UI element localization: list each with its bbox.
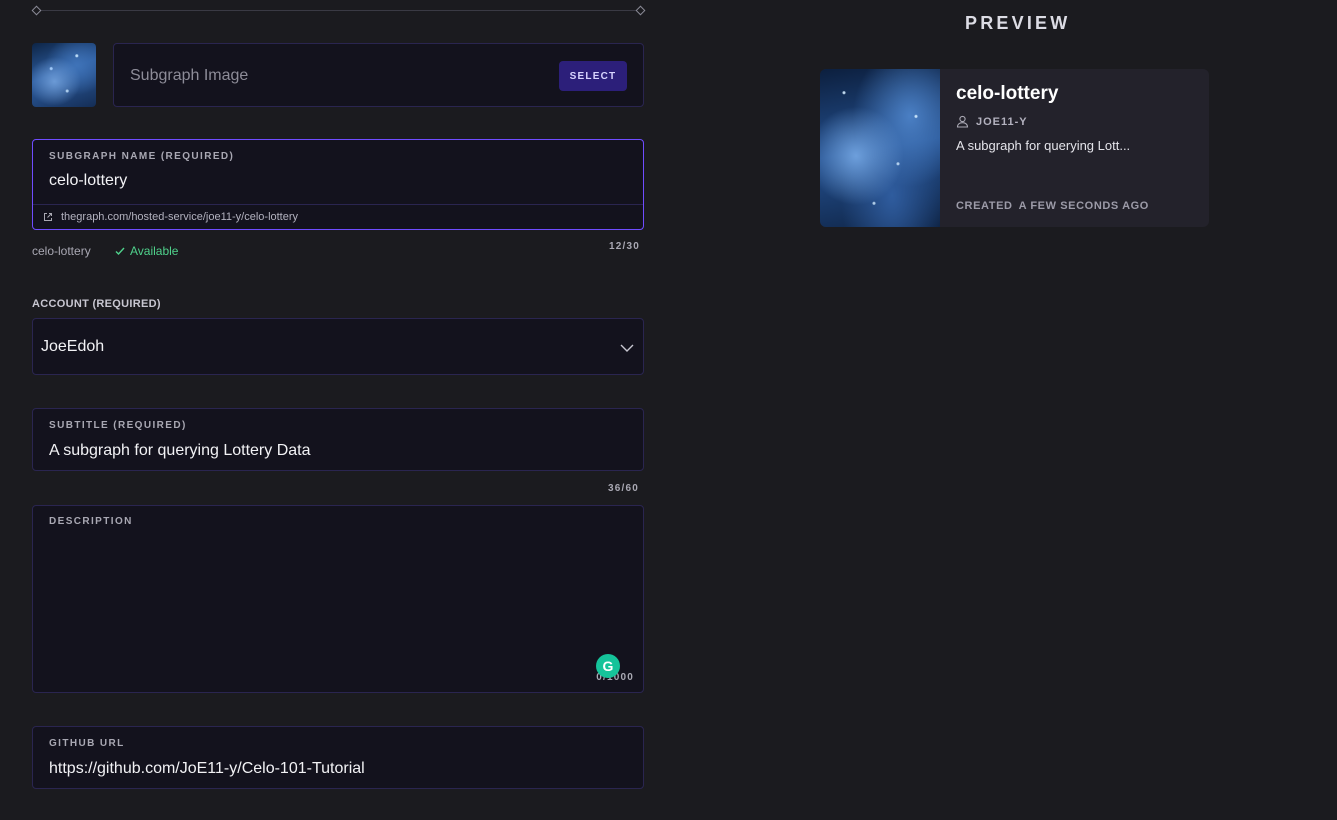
github-url-input[interactable]: https://github.com/JoE11-y/Celo-101-Tuto…: [49, 760, 365, 778]
preview-card-owner: JOE11-Y: [956, 115, 1028, 128]
link-external-icon: [44, 213, 52, 221]
preview-card-image: [820, 69, 940, 227]
subgraph-url-row[interactable]: thegraph.com/hosted-service/joe11-y/celo…: [33, 204, 643, 230]
availability-text: Available: [130, 244, 179, 258]
account-select[interactable]: JoeEdoh: [32, 318, 644, 375]
user-icon: [956, 115, 969, 128]
preview-card-subtitle: A subgraph for querying Lott...: [956, 138, 1131, 153]
subgraph-image-thumbnail[interactable]: [32, 43, 96, 107]
subgraph-image-field[interactable]: Subgraph Image SELECT: [113, 43, 644, 107]
subgraph-slug: celo-lottery: [32, 244, 91, 258]
grammarly-icon[interactable]: G: [596, 654, 620, 678]
subgraph-url-link[interactable]: thegraph.com/hosted-service/joe11-y/celo…: [61, 211, 298, 223]
preview-card-owner-name: JOE11-Y: [976, 115, 1028, 128]
preview-card-created-label: CREATED: [956, 200, 1013, 212]
subtitle-field[interactable]: SUBTITLE (REQUIRED) A subgraph for query…: [32, 408, 644, 471]
divider-start-dot: [31, 5, 42, 16]
preview-card-created: CREATED A FEW SECONDS AGO: [956, 200, 1149, 212]
preview-heading: PREVIEW: [965, 13, 1071, 33]
account-selected-value: JoeEdoh: [41, 338, 105, 355]
preview-card-created-time: A FEW SECONDS AGO: [1018, 200, 1149, 212]
check-icon: [115, 247, 125, 256]
select-image-button[interactable]: SELECT: [559, 61, 627, 91]
account-label: ACCOUNT (REQUIRED): [32, 298, 161, 310]
subgraph-name-input[interactable]: celo-lottery: [49, 172, 127, 190]
availability-status: Available: [114, 244, 178, 258]
subgraph-name-label: SUBGRAPH NAME (REQUIRED): [49, 151, 235, 162]
github-url-field[interactable]: GITHUB URL https://github.com/JoE11-y/Ce…: [32, 726, 644, 789]
preview-card[interactable]: celo-lottery JOE11-Y A subgraph for quer…: [820, 69, 1209, 227]
subtitle-label: SUBTITLE (REQUIRED): [49, 420, 187, 431]
subgraph-name-counter: 12/30: [609, 241, 641, 252]
new-subgraph-page: Subgraph Image SELECT SUBGRAPH NAME (REQ…: [0, 0, 1337, 820]
chevron-down-icon[interactable]: [619, 340, 635, 356]
description-field[interactable]: DESCRIPTION 0/1000 G: [32, 505, 644, 693]
subgraph-name-field[interactable]: SUBGRAPH NAME (REQUIRED) celo-lottery th…: [32, 139, 644, 230]
subtitle-counter: 36/60: [608, 483, 640, 494]
top-divider: [36, 10, 640, 11]
divider-end-dot: [635, 5, 646, 16]
github-url-label: GITHUB URL: [49, 738, 125, 749]
preview-card-title: celo-lottery: [956, 83, 1059, 104]
subgraph-image-placeholder: Subgraph Image: [130, 67, 249, 84]
description-label: DESCRIPTION: [49, 516, 133, 527]
subtitle-input[interactable]: A subgraph for querying Lottery Data: [49, 442, 311, 460]
